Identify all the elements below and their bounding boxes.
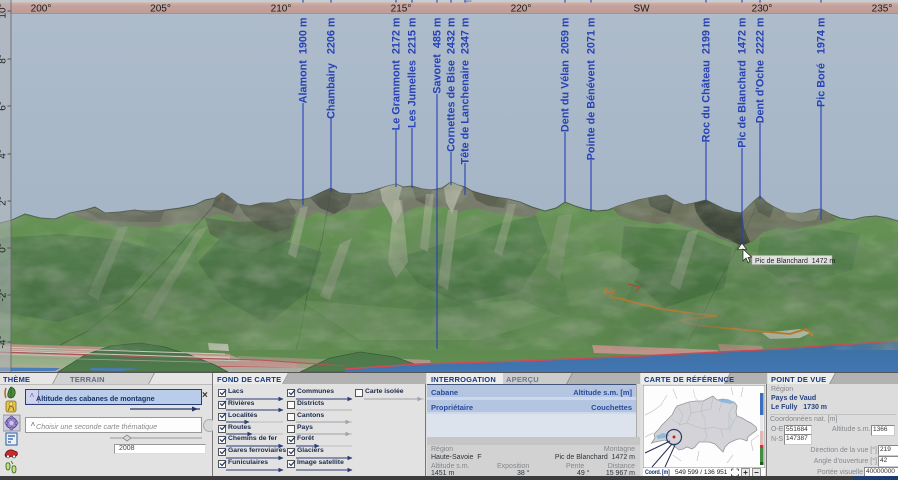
svg-text:6°: 6° — [0, 101, 9, 111]
svg-text:SW: SW — [633, 4, 650, 15]
svg-text:Pointe de Bénévent 2071 m: Pointe de Bénévent 2071 m — [586, 18, 598, 161]
svg-text:210°: 210° — [271, 4, 292, 15]
svg-text:Cornettes de Bise 2432 m: Cornettes de Bise 2432 m — [446, 18, 458, 152]
svg-text:0°: 0° — [0, 243, 9, 253]
svg-text:8°: 8° — [0, 54, 9, 64]
svg-text:Pic de Blanchard 1472 m: Pic de Blanchard 1472 m — [737, 18, 749, 148]
svg-text:Dent du Vélan 2059 m: Dent du Vélan 2059 m — [560, 18, 572, 133]
svg-text:Savoret 485 m: Savoret 485 m — [432, 18, 444, 94]
svg-text:215°: 215° — [391, 4, 412, 15]
svg-text:10°: 10° — [0, 3, 9, 18]
svg-text:Roc du Château 2199 m: Roc du Château 2199 m — [701, 18, 713, 143]
svg-text:2°: 2° — [0, 196, 9, 206]
svg-text:Le Grammont 2172 m: Le Grammont 2172 m — [391, 18, 403, 131]
svg-text:Dent d'Oche 2222 m: Dent d'Oche 2222 m — [755, 18, 767, 124]
svg-text:200°: 200° — [31, 4, 52, 15]
svg-text:4°: 4° — [0, 149, 9, 159]
svg-text:230°: 230° — [752, 4, 773, 15]
svg-text:Alamont 1900 m: Alamont 1900 m — [298, 18, 310, 104]
svg-text:-2°: -2° — [0, 289, 9, 302]
svg-text:Pic Boré 1974 m: Pic Boré 1974 m — [816, 18, 828, 107]
svg-text:Pic de Blanchard 1472 m: Pic de Blanchard 1472 m — [755, 258, 835, 265]
svg-text:235°: 235° — [872, 4, 893, 15]
svg-text:-4°: -4° — [0, 336, 9, 349]
svg-text:Les Jumelles 2215 m: Les Jumelles 2215 m — [407, 18, 419, 128]
svg-text:220°: 220° — [511, 4, 532, 15]
svg-text:Tête de Lanchenaire 2347 m: Tête de Lanchenaire 2347 m — [460, 18, 472, 165]
svg-text:Chambairy 2206 m: Chambairy 2206 m — [326, 18, 338, 119]
svg-text:205°: 205° — [150, 4, 171, 15]
